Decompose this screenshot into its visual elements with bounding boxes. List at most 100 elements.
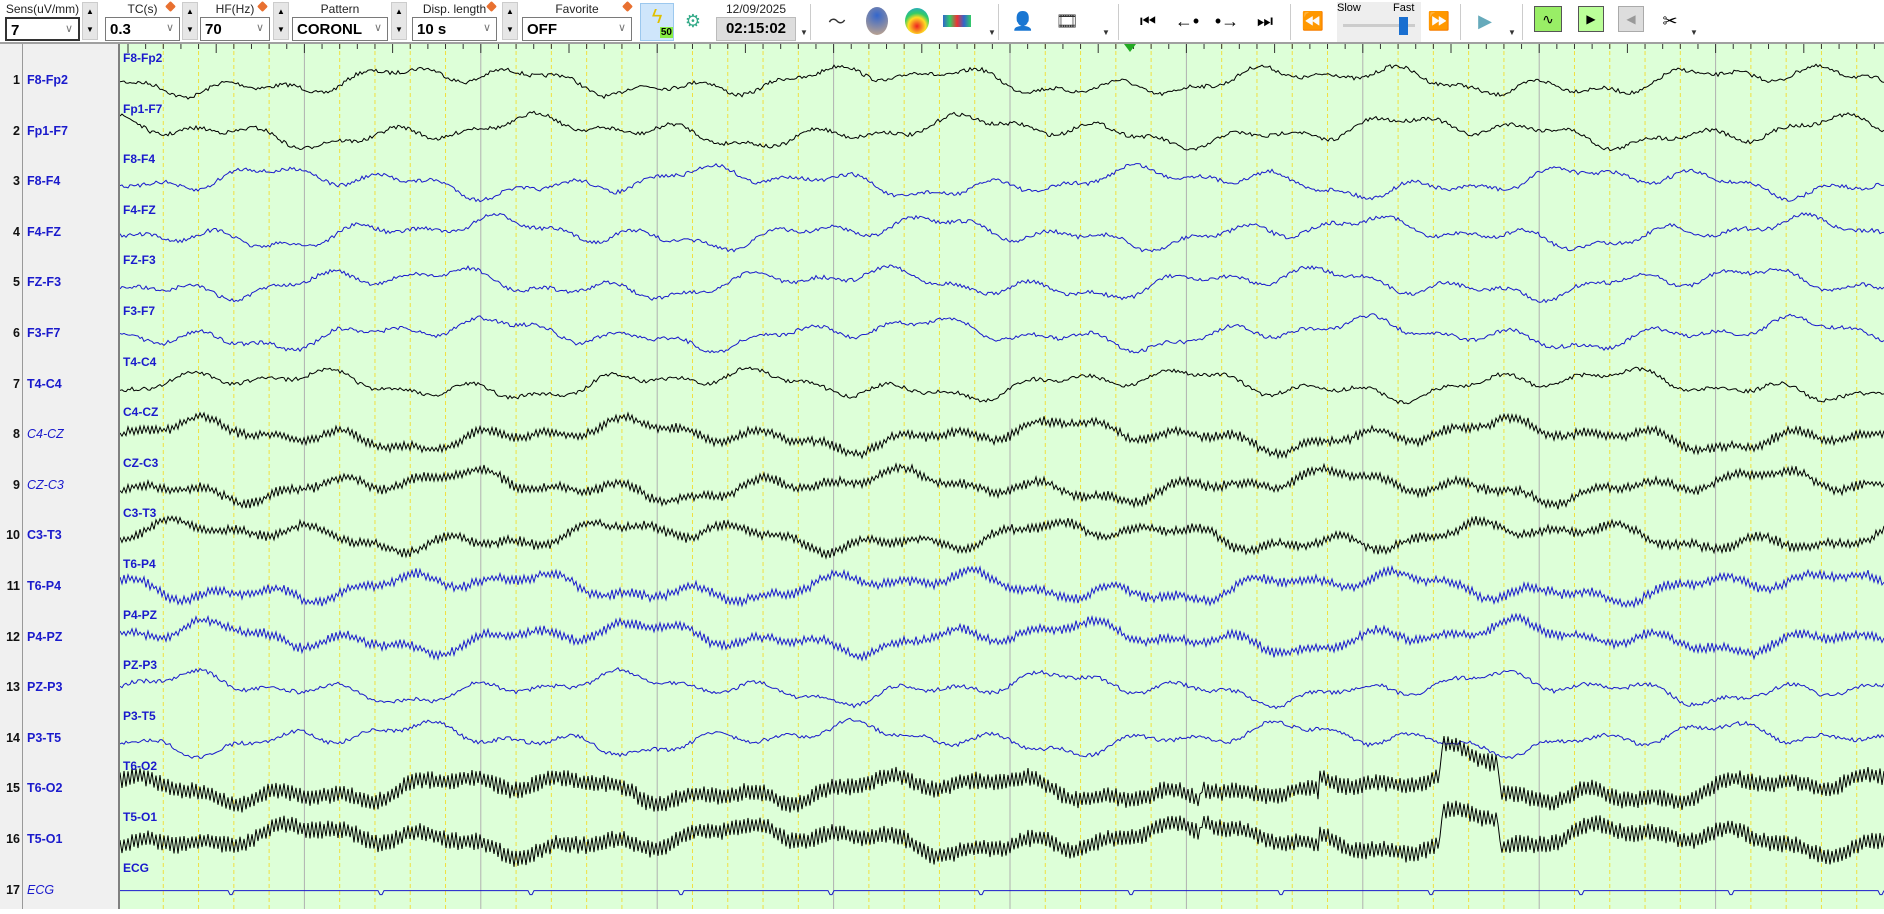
eeg-trace-area[interactable]: F8-Fp2 Fp1-F7 F8-F4 F4-FZ FZ-F3 F3-F7 T4-C4 C4-… bbox=[119, 44, 1884, 909]
disp-length-select[interactable]: 10 s ∨ bbox=[412, 17, 497, 41]
pattern-value: CORONL bbox=[297, 21, 362, 38]
channel-row-label[interactable]: 11 T6-P4 bbox=[0, 579, 118, 599]
channel-row-label[interactable]: 2 Fp1-F7 bbox=[0, 124, 118, 144]
notch-filter-button[interactable]: ϟ 50 bbox=[640, 3, 674, 41]
favorite-label: Favorite bbox=[555, 2, 599, 16]
montage-settings-button[interactable]: ⚙ bbox=[678, 6, 708, 36]
channel-row-label[interactable]: 16 T5-O1 bbox=[0, 832, 118, 852]
disp-length-label: Disp. length bbox=[422, 2, 487, 16]
sens-spinner[interactable]: ▲ ▼ bbox=[82, 2, 98, 40]
toolbar: Sens(uV/mm) 7 ∨ ▲ ▼ TC(s) 0.3 ∨ ▲ ▼ HF(Hz) 7… bbox=[0, 0, 1884, 44]
channel-row-label[interactable]: 6 F3-F7 bbox=[0, 326, 118, 346]
rewind-button[interactable]: ⏪ bbox=[1298, 6, 1328, 36]
back-small-icon: ◀ bbox=[1626, 12, 1636, 26]
eeg-trace bbox=[119, 612, 1884, 662]
speed-fast-label: Fast bbox=[1393, 2, 1415, 14]
fast-forward-icon: ⏩ bbox=[1427, 10, 1451, 31]
waveform-marker-button[interactable]: 〜 bbox=[822, 6, 852, 36]
step-left-icon: ←• bbox=[1174, 10, 1200, 31]
prev-event-button[interactable]: ◀ bbox=[1618, 6, 1644, 32]
waveform-icon: ∿ bbox=[1542, 10, 1554, 27]
favorite-value: OFF bbox=[527, 21, 557, 38]
spectrogram-button[interactable] bbox=[942, 6, 972, 36]
play-button[interactable]: ▶ bbox=[1470, 6, 1500, 36]
eeg-trace bbox=[119, 264, 1884, 304]
step-forward-button[interactable]: •→ bbox=[1212, 6, 1242, 36]
channel-name: P3-T5 bbox=[27, 730, 62, 745]
disp-length-value: 10 s bbox=[417, 21, 447, 38]
hf-select[interactable]: 70 ∨ bbox=[200, 17, 270, 41]
tc-select[interactable]: 0.3 ∨ bbox=[105, 17, 180, 41]
go-end-button[interactable]: ⏭ bbox=[1250, 6, 1280, 36]
tc-spinner[interactable]: ▲ ▼ bbox=[182, 2, 198, 40]
eeg-trace bbox=[119, 366, 1884, 405]
play-icon: ▶ bbox=[1478, 10, 1492, 31]
channel-row-label[interactable]: 10 C3-T3 bbox=[0, 528, 118, 548]
channel-number: 5 bbox=[13, 275, 20, 290]
sens-select[interactable]: 7 ∨ bbox=[5, 17, 80, 41]
favorite-control: Favorite OFF ∨ bbox=[522, 2, 632, 41]
waveform-icon: 〜 bbox=[828, 12, 846, 32]
channel-row-label[interactable]: 14 P3-T5 bbox=[0, 731, 118, 751]
channel-name: T6-O2 bbox=[27, 781, 63, 796]
channel-row-label[interactable]: 1 F8-Fp2 bbox=[0, 73, 118, 93]
channel-name: F3-F7 bbox=[27, 326, 61, 340]
dropdown-arrow-icon[interactable]: ▼ bbox=[988, 28, 996, 37]
dropdown-arrow-icon[interactable]: ▼ bbox=[1102, 28, 1110, 37]
channel-row-label[interactable]: 17 ECG bbox=[0, 883, 118, 903]
rewind-icon: ⏪ bbox=[1301, 10, 1325, 31]
head-icon bbox=[866, 7, 888, 35]
channel-name: C4-CZ bbox=[27, 427, 64, 442]
topography-button[interactable] bbox=[902, 6, 932, 36]
channel-trace-label: F8-Fp2 bbox=[123, 51, 163, 65]
channel-row-label[interactable]: 12 P4-PZ bbox=[0, 630, 118, 650]
hf-spinner[interactable]: ▲ ▼ bbox=[273, 2, 289, 40]
cursor-marker-icon[interactable] bbox=[1124, 44, 1136, 52]
eeg-trace bbox=[119, 666, 1884, 710]
channel-name: T6-P4 bbox=[27, 579, 62, 593]
notch-badge: 50 bbox=[659, 26, 673, 38]
channel-row-label[interactable]: 5 FZ-F3 bbox=[0, 275, 118, 295]
next-event-button[interactable]: ▶ bbox=[1578, 6, 1604, 32]
channel-number: 2 bbox=[13, 123, 20, 138]
channel-row-label[interactable]: 4 F4-FZ bbox=[0, 225, 118, 245]
channel-row-label[interactable]: 13 PZ-P3 bbox=[0, 680, 118, 700]
fast-forward-button[interactable]: ⏩ bbox=[1424, 6, 1454, 36]
channel-row-label[interactable]: 7 T4-C4 bbox=[0, 377, 118, 397]
channel-name: PZ-P3 bbox=[27, 680, 63, 695]
pattern-spinner[interactable]: ▲ ▼ bbox=[391, 2, 407, 40]
time-display: 02:15:02 bbox=[716, 17, 796, 41]
dropdown-arrow-icon[interactable]: ▼ bbox=[1690, 28, 1698, 37]
eeg-trace bbox=[119, 736, 1884, 813]
clip-cut-button[interactable]: ✂ bbox=[1655, 6, 1685, 36]
channel-trace-label: F8-F4 bbox=[123, 152, 156, 167]
channel-trace-label: P4-PZ bbox=[123, 607, 158, 622]
channel-trace-label: T5-O1 bbox=[123, 810, 158, 824]
eeg-trace bbox=[119, 411, 1884, 460]
dropdown-arrow-icon[interactable]: ▼ bbox=[1508, 28, 1516, 37]
speed-slider[interactable]: Slow Fast bbox=[1337, 2, 1421, 42]
patient-info-button[interactable]: 👤 bbox=[1008, 6, 1038, 36]
channel-number: 6 bbox=[13, 326, 20, 340]
video-button[interactable]: 🎞 bbox=[1052, 6, 1082, 36]
disp-length-control: Disp. length 10 s ∨ bbox=[412, 2, 497, 41]
dropdown-arrow-icon[interactable]: ▼ bbox=[800, 28, 808, 37]
channel-row-label[interactable]: 8 C4-CZ bbox=[0, 427, 118, 447]
hf-value: 70 bbox=[205, 21, 222, 38]
channel-row-label[interactable]: 15 T6-O2 bbox=[0, 781, 118, 801]
scissors-icon: ✂ bbox=[1662, 10, 1678, 31]
speed-slider-thumb[interactable] bbox=[1399, 17, 1409, 35]
channel-row-label[interactable]: 3 F8-F4 bbox=[0, 174, 118, 194]
favorite-select[interactable]: OFF ∨ bbox=[522, 17, 632, 41]
head-map-button[interactable] bbox=[862, 6, 892, 36]
channel-row-label[interactable]: 9 CZ-C3 bbox=[0, 478, 118, 498]
disp-length-spinner[interactable]: ▲ ▼ bbox=[502, 2, 518, 40]
go-start-button[interactable]: ⏮ bbox=[1133, 6, 1163, 36]
channel-trace-label: P3-T5 bbox=[123, 708, 156, 723]
channel-trace-label: C4-CZ bbox=[123, 405, 159, 420]
eeg-trace bbox=[119, 313, 1884, 354]
event-marker-button[interactable]: ∿ bbox=[1534, 6, 1562, 32]
pattern-select[interactable]: CORONL ∨ bbox=[292, 17, 388, 41]
eeg-trace bbox=[119, 515, 1884, 560]
step-back-button[interactable]: ←• bbox=[1172, 6, 1202, 36]
